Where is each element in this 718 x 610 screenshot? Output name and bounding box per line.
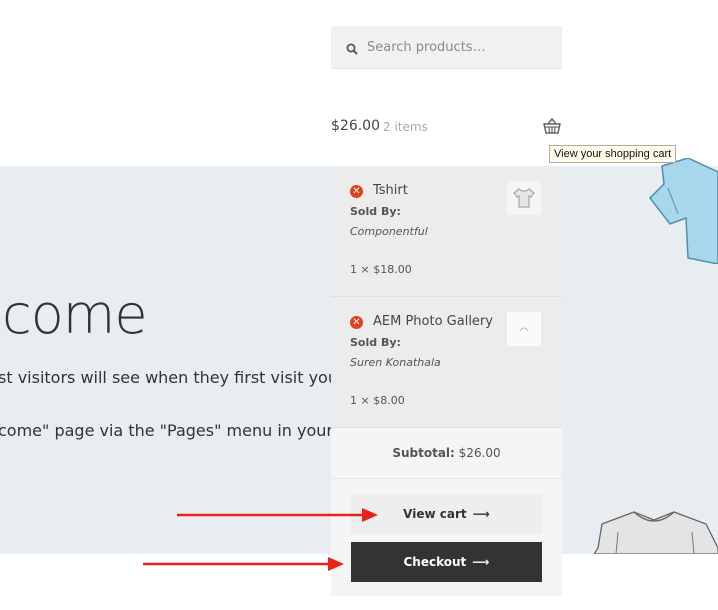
annotation-arrow-checkout — [143, 557, 344, 571]
annotation-arrow-view-cart — [177, 508, 378, 522]
annotation-arrows — [143, 508, 378, 571]
